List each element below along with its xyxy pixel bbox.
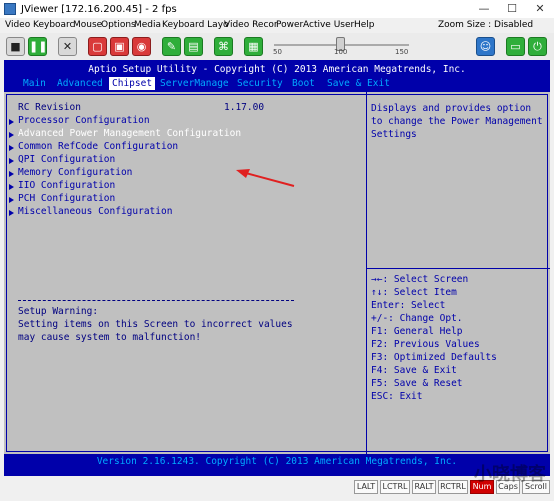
key-help-select-item: ↑↓: Select Item — [371, 287, 457, 298]
menu-bar: Video Keyboarc Mouse Options Media Keybo… — [0, 18, 554, 33]
record-icon[interactable]: ▢ — [88, 37, 107, 56]
key-help-f3: F3: Optimized Defaults — [371, 352, 497, 363]
tab-boot[interactable]: Boot — [289, 77, 318, 90]
help-text-line-3: Settings — [371, 129, 417, 140]
key-help-f1: F1: General Help — [371, 326, 463, 337]
zoom-status: Zoom Size : Disabled — [438, 20, 534, 30]
key-help-change-opt: +/-: Change Opt. — [371, 313, 463, 324]
annotation-arrow-icon — [236, 169, 295, 187]
tab-advanced[interactable]: Advanced — [54, 77, 106, 90]
warning-title: Setup Warning: — [18, 306, 99, 317]
menu-keyboard[interactable]: Keyboarc — [33, 20, 75, 30]
warning-line-1: Setting items on this Screen to incorrec… — [18, 319, 293, 330]
monitor-icon[interactable]: ▭ — [506, 37, 525, 56]
key-lalt[interactable]: LALT — [354, 480, 378, 494]
menu-options[interactable]: Options — [101, 20, 136, 30]
key-help-f4: F4: Save & Exit — [371, 365, 457, 376]
minimize-button[interactable]: — — [470, 0, 498, 18]
status-bar: LALT LCTRL RALT RCTRL Num Caps Scroll — [0, 476, 554, 501]
slider-tick-50: 50 — [273, 48, 282, 56]
tab-save-exit[interactable]: Save & Exit — [324, 77, 393, 90]
user-icon[interactable]: ☺ — [476, 37, 495, 56]
window-title: JViewer [172.16.200.45] - 2 fps — [21, 3, 177, 15]
menu-video[interactable]: Video — [5, 20, 30, 30]
menu-media[interactable]: Media — [134, 20, 161, 30]
bios-screen[interactable]: Aptio Setup Utility - Copyright (C) 2013… — [4, 60, 550, 476]
menu-video-record[interactable]: Video Recor — [224, 20, 278, 30]
help-text-line-1: Displays and provides option — [371, 103, 532, 114]
key-help-esc: ESC: Exit — [371, 391, 423, 402]
tab-main[interactable]: Main — [20, 77, 49, 90]
keyboard-icon[interactable]: ▤ — [184, 37, 203, 56]
key-help-select-screen: →←: Select Screen — [371, 274, 469, 285]
save-icon[interactable]: ▣ — [110, 37, 129, 56]
tab-security[interactable]: Security — [234, 77, 286, 90]
menu-help[interactable]: Help — [354, 20, 375, 30]
bios-header: Aptio Setup Utility - Copyright (C) 2013… — [88, 64, 466, 75]
menu-active-user[interactable]: Active User — [303, 20, 354, 30]
title-bar: JViewer [172.16.200.45] - 2 fps — ☐ ✕ — [0, 0, 554, 18]
macro-icon[interactable]: ▦ — [244, 37, 263, 56]
panel-divider-vertical — [366, 92, 367, 454]
menu-keyboard-layout[interactable]: Keyboard Layo — [162, 20, 229, 30]
tab-chipset[interactable]: Chipset — [109, 77, 156, 90]
fullscreen-icon[interactable]: ✕ — [58, 37, 77, 56]
key-rctrl[interactable]: RCTRL — [438, 480, 468, 494]
menu-power[interactable]: Power — [276, 20, 303, 30]
tab-servermanage[interactable]: ServerManage — [157, 77, 232, 90]
key-help-enter: Enter: Select — [371, 300, 446, 311]
cdrom-icon[interactable]: ◉ — [132, 37, 151, 56]
warning-line-2: may cause system to malfunction! — [18, 332, 202, 343]
close-button[interactable]: ✕ — [526, 0, 554, 18]
warning-separator — [18, 300, 294, 301]
panel-divider-horizontal — [367, 268, 550, 269]
help-text-line-2: to change the Power Management — [371, 116, 543, 127]
key-help-f5: F5: Save & Reset — [371, 378, 463, 389]
key-help-f2: F2: Previous Values — [371, 339, 480, 350]
watermark-text: 小晓博客 — [474, 464, 546, 485]
slider-tick-150: 150 — [395, 48, 409, 56]
bios-content-panel: RC Revision 1.17.00 Processor Configurat… — [4, 92, 550, 454]
mouse-icon[interactable]: ✎ — [162, 37, 181, 56]
hotkey-icon[interactable]: ⌘ — [214, 37, 233, 56]
app-icon — [4, 3, 16, 15]
menu-mouse[interactable]: Mouse — [73, 20, 102, 30]
bios-tab-bar: Main Advanced Chipset ServerManage Secur… — [4, 77, 550, 90]
maximize-button[interactable]: ☐ — [498, 0, 526, 18]
key-ralt[interactable]: RALT — [412, 480, 436, 494]
bios-footer: Version 2.16.1243. Copyright (C) 2013 Am… — [96, 456, 458, 467]
power-icon[interactable]: ⏻ — [528, 37, 547, 56]
pause-icon[interactable]: ■ — [6, 37, 25, 56]
resume-icon[interactable]: ❚❚ — [28, 37, 47, 56]
key-lctrl[interactable]: LCTRL — [380, 480, 410, 494]
slider-tick-100: 100 — [334, 48, 348, 56]
